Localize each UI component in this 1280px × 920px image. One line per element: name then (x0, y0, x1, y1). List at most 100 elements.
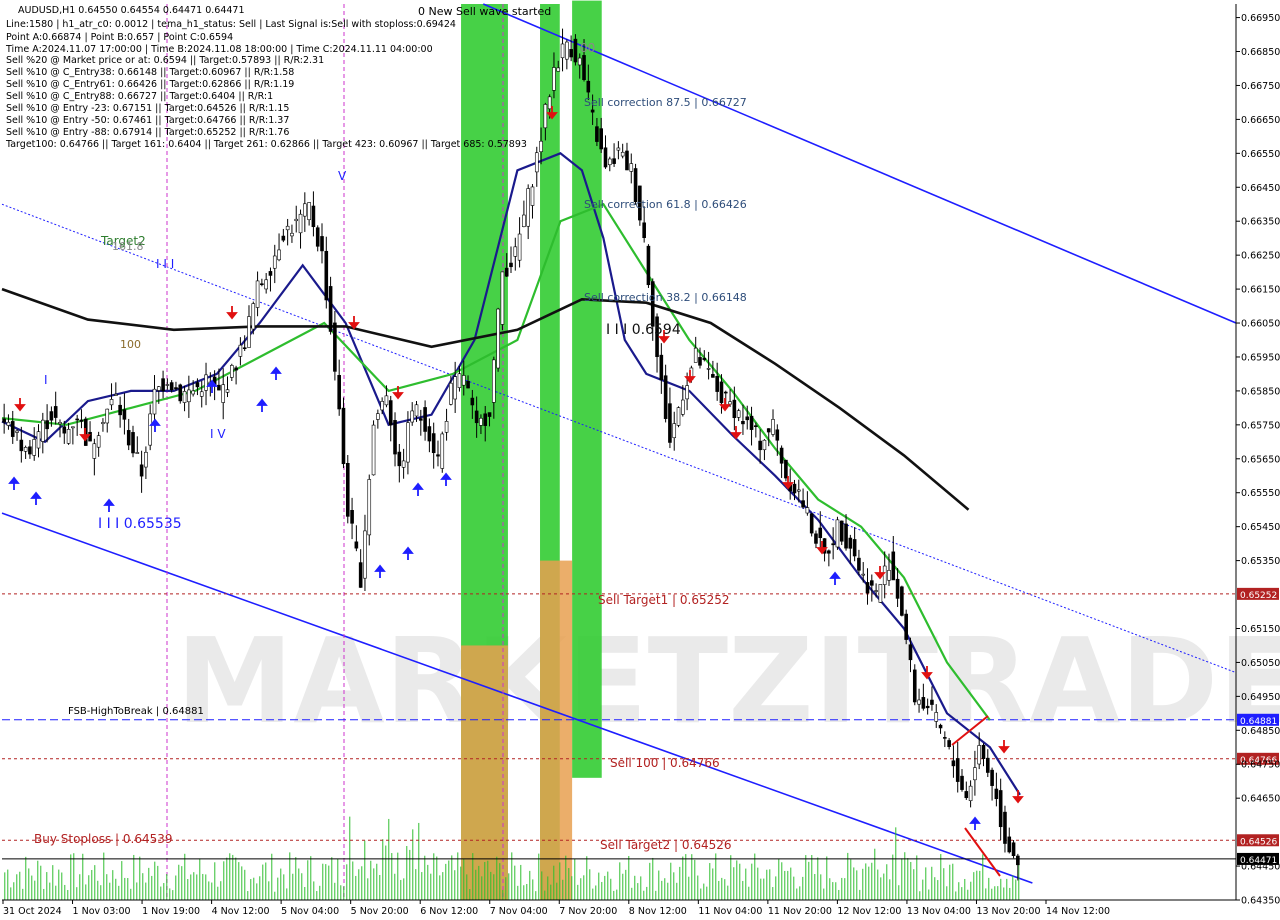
candle-body (105, 408, 110, 424)
candle-body (174, 387, 178, 390)
buy-stoploss-label: Buy Stoploss | 0.64539 (34, 832, 173, 846)
volume-bar (505, 877, 507, 900)
candle-body (831, 543, 835, 546)
candle-body (560, 43, 565, 59)
volume-bar (19, 871, 21, 900)
volume-bar (988, 877, 990, 900)
volume-bar (7, 869, 9, 900)
volume-bar (964, 878, 966, 900)
candle-body (187, 389, 191, 403)
volume-bar (844, 878, 846, 900)
volume-bar (136, 882, 138, 900)
candle-body (698, 357, 702, 366)
volume-bar (577, 884, 579, 900)
volume-bar (703, 883, 705, 900)
candle-body (582, 55, 586, 80)
candle-body (388, 400, 393, 426)
volume-bar (151, 875, 153, 900)
candle-body (367, 479, 372, 536)
candle-body (457, 373, 462, 388)
candle-body (414, 404, 419, 417)
volume-bar (97, 880, 99, 900)
candle-body (809, 513, 814, 534)
volume-bar (601, 881, 603, 900)
volume-bar (445, 863, 447, 900)
candle-body (251, 303, 256, 330)
candle-body (440, 433, 445, 469)
candle-body (131, 432, 135, 454)
candle-body (938, 724, 943, 729)
candle-body (144, 451, 148, 468)
volume-bar (82, 853, 84, 900)
candle-body (766, 428, 771, 433)
candle-body (736, 410, 741, 418)
candle-body (71, 426, 75, 429)
volume-bar (550, 884, 552, 900)
y-tick-label: 0.66250 (1241, 251, 1280, 262)
y-tick-label: 0.65950 (1241, 352, 1280, 363)
candle-body (620, 151, 625, 157)
volume-bar (922, 879, 924, 900)
volume-bar (718, 880, 720, 900)
y-tick-label: 0.64750 (1241, 760, 1280, 771)
candle-body (504, 267, 509, 277)
candle-body (779, 447, 784, 464)
info-line-2: Point A:0.66874 | Point B:0.657 | Point … (6, 32, 233, 43)
volume-bar (337, 858, 339, 900)
x-tick-label: 5 Nov 04:00 (281, 906, 339, 917)
volume-bar (643, 890, 645, 900)
candle-body (165, 384, 170, 386)
volume-bar (901, 858, 903, 900)
volume-bar (661, 880, 663, 900)
volume-bar (622, 873, 624, 900)
y-tick-label: 0.66650 (1241, 115, 1280, 126)
x-tick-label: 4 Nov 12:00 (212, 906, 270, 917)
volume-bar (55, 885, 57, 900)
volume-bar (916, 855, 918, 900)
candle-body (66, 429, 71, 444)
volume-bar (940, 854, 942, 900)
candle-body (96, 435, 101, 448)
candle-body (715, 376, 719, 392)
volume-bar (769, 869, 771, 900)
volume-bar (778, 858, 780, 900)
volume-bar (610, 878, 612, 900)
candle-body (182, 391, 187, 403)
volume-bar (43, 888, 45, 900)
info-line-5: Sell %10 @ C_Entry38: 0.66148 || Target:… (6, 67, 294, 78)
volume-bar (898, 885, 900, 900)
volume-bar (115, 878, 117, 900)
candle-body (281, 235, 286, 241)
volume-bar (985, 888, 987, 900)
volume-bar (133, 854, 135, 900)
volume-bar (616, 889, 618, 900)
candle-body (2, 418, 6, 423)
volume-bar (94, 865, 96, 900)
y-tick-label: 0.65450 (1241, 522, 1280, 533)
volume-bar (850, 859, 852, 900)
volume-bar (562, 879, 564, 900)
volume-bar (715, 853, 717, 900)
volume-bar (379, 874, 381, 900)
volume-bar (997, 886, 999, 900)
candle-body (633, 168, 638, 203)
candle-body (719, 381, 724, 404)
volume-bar (832, 882, 834, 900)
y-tick-label: 0.65550 (1241, 488, 1280, 499)
candle-body (599, 128, 604, 150)
volume-bar (658, 870, 660, 900)
candle-body (865, 582, 870, 594)
volume-bar (118, 885, 120, 900)
candle-body (337, 375, 341, 410)
volume-bar (937, 880, 939, 900)
y-tick-label: 0.66550 (1241, 149, 1280, 160)
candle-body (681, 399, 685, 415)
candle-body (303, 203, 307, 217)
volume-bar (520, 864, 522, 900)
volume-bar (217, 886, 219, 900)
volume-bar (349, 816, 351, 900)
candle-body (260, 283, 264, 286)
volume-bar (391, 853, 393, 900)
candle-body (728, 401, 732, 405)
x-tick-label: 13 Nov 04:00 (907, 906, 971, 917)
